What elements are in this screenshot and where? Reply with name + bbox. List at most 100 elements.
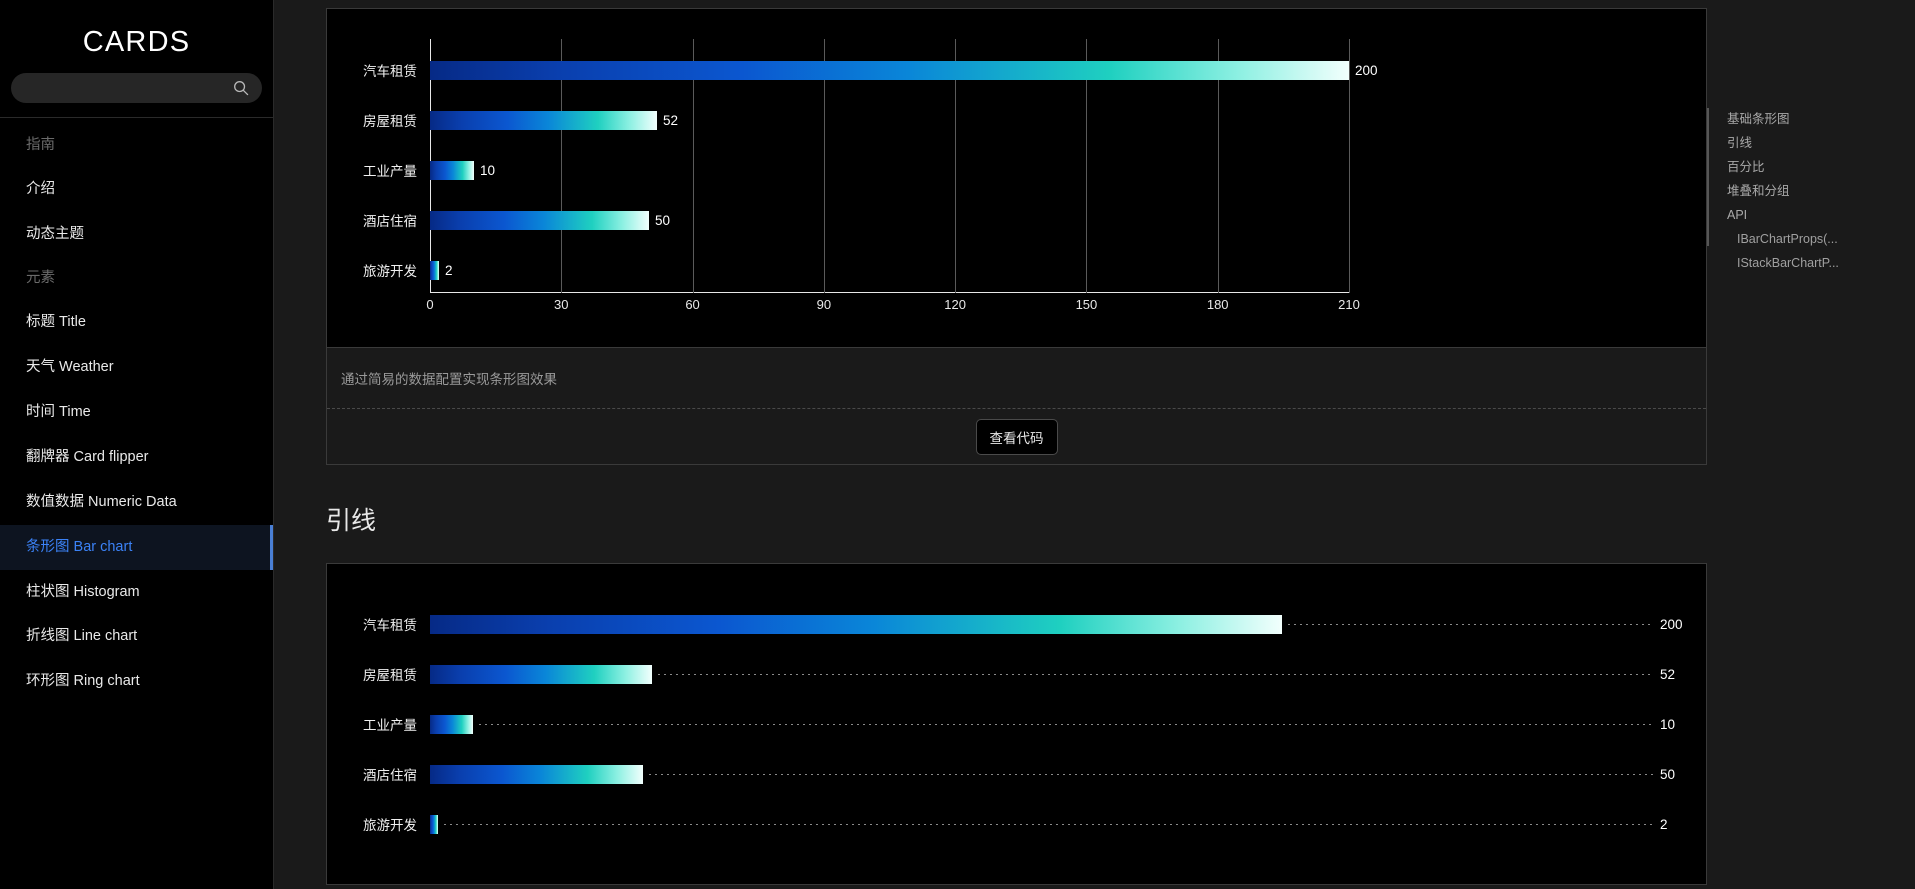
x-axis-tick-label: 180: [1206, 297, 1229, 312]
bar-fill[interactable]: [430, 110, 657, 130]
toc-item-istackbarchartprops[interactable]: IStackBarChartP...: [1727, 252, 1915, 276]
bar-fill[interactable]: [430, 714, 473, 734]
app-brand-title: CARDS: [82, 26, 191, 58]
bar-fill[interactable]: [430, 260, 439, 280]
bar-row: 工业产量 10: [327, 145, 1706, 195]
bar-value-label: 10: [1660, 716, 1676, 732]
bar-category-label: 工业产量: [363, 164, 417, 179]
bar-category-label: 酒店住宿: [363, 768, 417, 783]
bar-row: 汽车租赁 200: [327, 599, 1706, 649]
toc-item-basic-bar-chart[interactable]: 基础条形图: [1727, 108, 1915, 132]
basic-bar-chart: 汽车租赁 200 房屋租赁 52 工业产量 10 酒店住宿 50 旅游开发 2 …: [327, 9, 1706, 347]
card-leader-line-chart: 汽车租赁 200 房屋租赁 52 工业产量 10 酒店住宿 50 旅游开发 2: [326, 563, 1707, 885]
bar-fill[interactable]: [430, 814, 438, 834]
bar-value-label: 200: [1355, 62, 1378, 78]
leader-line: [1288, 623, 1654, 625]
bar-row: 旅游开发 2: [327, 799, 1706, 849]
sidebar-group-title-elements: 元素: [26, 270, 55, 287]
view-code-button[interactable]: 查看代码: [975, 418, 1058, 455]
sidebar-item-time[interactable]: 时间 Time: [0, 390, 273, 435]
card-demo-area: 汽车租赁 200 房屋租赁 52 工业产量 10 酒店住宿 50 旅游开发 2 …: [327, 9, 1706, 347]
bar-row: 房屋租赁 52: [327, 649, 1706, 699]
x-axis-tick-label: 90: [816, 297, 832, 312]
bar-category-label: 汽车租赁: [363, 64, 417, 79]
bar-track: 10: [430, 145, 1706, 195]
sidebar-item-ring-chart[interactable]: 环形图 Ring chart: [0, 659, 273, 704]
leader-line: [479, 723, 1654, 725]
bar-track: 50: [430, 749, 1706, 799]
search-input[interactable]: [11, 73, 226, 103]
toc-item-stack-and-group[interactable]: 堆叠和分组: [1727, 180, 1915, 204]
bar-fill[interactable]: [430, 614, 1282, 634]
bar-fill[interactable]: [430, 764, 643, 784]
sidebar-group-title-guide: 指南: [26, 137, 55, 153]
chart-bar-rows: 汽车租赁 200 房屋租赁 52 工业产量 10 酒店住宿 50 旅游开发 2: [327, 45, 1706, 295]
sidebar-item-bar-chart[interactable]: 条形图 Bar chart: [0, 524, 273, 570]
bar-value-label: 52: [1660, 666, 1676, 682]
x-axis-tick-label: 30: [554, 297, 569, 312]
bar-value-label: 200: [1660, 616, 1683, 632]
bar-category-label: 房屋租赁: [363, 114, 417, 129]
bar-value-label: 50: [655, 212, 671, 228]
bar-category-label: 酒店住宿: [363, 214, 417, 229]
x-axis-tick-label: 120: [944, 297, 966, 312]
bar-fill[interactable]: [430, 664, 652, 684]
bar-row: 工业产量 10: [327, 699, 1706, 749]
toc-item-leader-line[interactable]: 引线: [1727, 132, 1915, 156]
bar-track: 200: [430, 45, 1706, 95]
bar-category-label: 房屋租赁: [363, 668, 417, 683]
sidebar-nav: 指南 介绍 动态主题 元素 标题 Title 天气 Weather 时间 Tim…: [0, 118, 273, 704]
card-description: 通过简易的数据配置实现条形图效果: [327, 347, 1706, 408]
leader-line: [649, 773, 1654, 775]
sidebar-item-intro[interactable]: 介绍: [0, 167, 273, 212]
bar-row: 汽车租赁 200: [327, 45, 1706, 95]
search-box[interactable]: [11, 73, 262, 103]
toc-item-api[interactable]: API: [1727, 204, 1915, 228]
leader-line-bar-chart: 汽车租赁 200 房屋租赁 52 工业产量 10 酒店住宿 50 旅游开发 2: [327, 564, 1706, 884]
bar-row: 酒店住宿 50: [327, 749, 1706, 799]
x-axis-tick-label: 150: [1075, 297, 1098, 312]
bar-track: 10: [430, 699, 1706, 749]
bar-row: 酒店住宿 50: [327, 195, 1706, 245]
bar-category-label: 工业产量: [363, 718, 417, 733]
bar-category-label: 旅游开发: [363, 818, 417, 833]
toc-item-ibarchartprops[interactable]: IBarChartProps(...: [1727, 228, 1915, 252]
sidebar: CARDS 指南 介绍 动态主题 元素 标题 Title 天气 Weather …: [0, 0, 274, 889]
x-axis-tick-label: 210: [1338, 297, 1360, 312]
card-actions: 查看代码: [327, 408, 1706, 464]
bar-category-label: 旅游开发: [363, 264, 417, 279]
sidebar-item-histogram[interactable]: 柱状图 Histogram: [0, 570, 273, 615]
sidebar-item-dynamic-theme[interactable]: 动态主题: [0, 212, 273, 257]
leader-line: [444, 823, 1654, 825]
sidebar-item-line-chart[interactable]: 折线图 Line chart: [0, 614, 273, 659]
doc-body: 汽车租赁 200 房屋租赁 52 工业产量 10 酒店住宿 50 旅游开发 2 …: [274, 0, 1707, 889]
bar-fill[interactable]: [430, 210, 649, 230]
table-of-contents: 基础条形图 引线 百分比 堆叠和分组 API IBarChartProps(..…: [1707, 0, 1915, 889]
sidebar-item-card-flipper[interactable]: 翻牌器 Card flipper: [0, 435, 273, 480]
toc-item-percentage[interactable]: 百分比: [1727, 156, 1915, 180]
sidebar-item-numeric-data[interactable]: 数值数据 Numeric Data: [0, 480, 273, 525]
bar-track: 2: [430, 799, 1706, 849]
card-demo-area: 汽车租赁 200 房屋租赁 52 工业产量 10 酒店住宿 50 旅游开发 2: [327, 564, 1706, 884]
x-axis-tick-label: 0: [426, 297, 434, 312]
search-icon[interactable]: [226, 73, 256, 103]
bar-track: 52: [430, 649, 1706, 699]
sidebar-search: [0, 59, 273, 103]
chart-x-axis-ticks: 0 30 60 90 120 150 180 210: [426, 297, 1359, 317]
bar-value-label: 2: [445, 262, 453, 278]
bar-track: 200: [430, 599, 1706, 649]
bar-value-label: 10: [480, 162, 496, 178]
bar-track: 50: [430, 195, 1706, 245]
sidebar-item-weather[interactable]: 天气 Weather: [0, 345, 273, 390]
toc-rail: [1707, 108, 1709, 246]
leader-line: [658, 673, 1654, 675]
main-content: 汽车租赁 200 房屋租赁 52 工业产量 10 酒店住宿 50 旅游开发 2 …: [274, 0, 1915, 889]
toc-list: 基础条形图 引线 百分比 堆叠和分组 API IBarChartProps(..…: [1707, 108, 1915, 276]
bar-row: 房屋租赁 52: [327, 95, 1706, 145]
sidebar-item-title[interactable]: 标题 Title: [0, 300, 273, 345]
bar-fill[interactable]: [430, 60, 1349, 80]
x-axis-tick-label: 60: [685, 297, 700, 312]
bar-fill[interactable]: [430, 160, 474, 180]
bar-track: 52: [430, 95, 1706, 145]
bar-value-label: 52: [663, 112, 679, 128]
